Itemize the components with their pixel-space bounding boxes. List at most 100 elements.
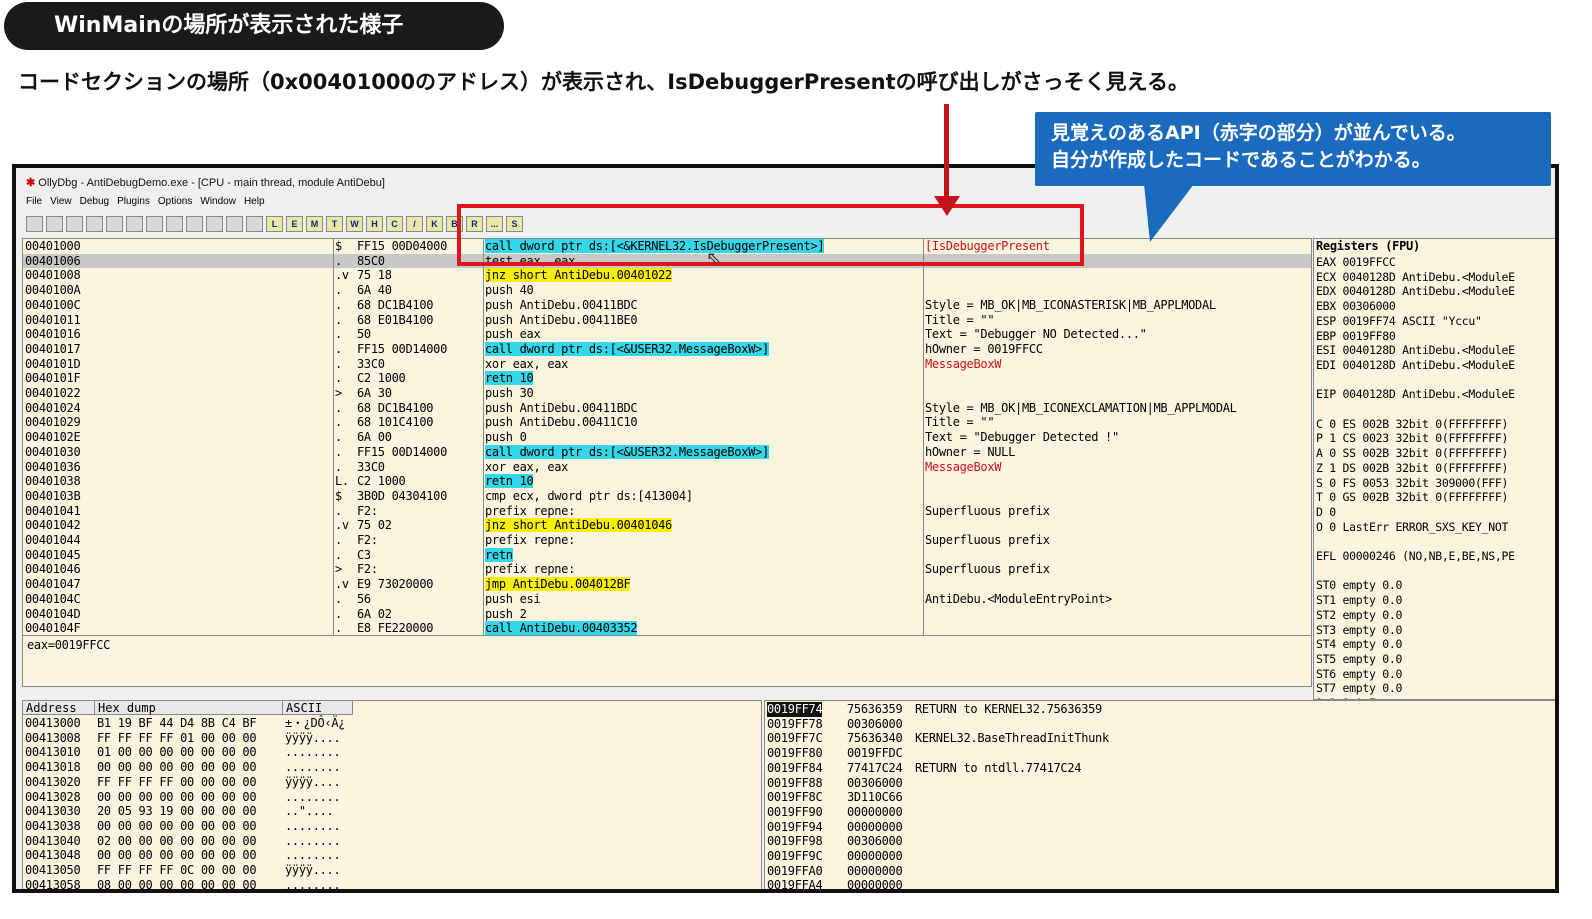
disasm-hex: 33C0 xyxy=(357,459,385,474)
register-line: ST0 empty 0.0 xyxy=(1316,578,1403,593)
stack-address: 0019FF8C xyxy=(767,790,823,805)
toolbar-button-6[interactable]: C xyxy=(386,216,403,232)
disasm-instruction: push esi xyxy=(485,592,541,607)
stack-value: 00000000 xyxy=(847,819,903,834)
disasm-row[interactable]: 00401017. FF15 00D14000 call dword ptr ds:… xyxy=(23,341,1311,357)
disasm-row[interactable]: 00401038 L. C2 1000 retn 10 xyxy=(23,474,1311,489)
toolbar-icon-button[interactable] xyxy=(26,216,43,232)
disasm-row[interactable]: 00401016. 50 push eax Text = "Debugger NO D… xyxy=(23,327,1311,342)
disasm-marker: . xyxy=(335,459,342,474)
disasm-hex: 6A 30 xyxy=(357,386,392,400)
disasm-row[interactable]: 00401045. C3 retn xyxy=(23,547,1311,563)
disasm-hex: F2: xyxy=(357,533,378,547)
disasm-row[interactable]: 00401029. 68 101C4100 push AntiDebu.00411C… xyxy=(23,415,1311,430)
toolbar-icon-button[interactable] xyxy=(166,216,183,232)
disasm-address: 00401047 xyxy=(25,577,81,592)
toolbar-button-1[interactable]: E xyxy=(286,216,303,232)
register-line: A 0 SS 002B 32bit 0(FFFFFFFF) xyxy=(1316,446,1509,461)
disasm-row[interactable]: 00401022 >6A 30 push 30 xyxy=(23,386,1311,401)
disasm-row[interactable]: 0040104D. 6A 02 push 2 xyxy=(23,607,1311,622)
disasm-instruction: call AntiDebu.00403352 xyxy=(485,621,638,635)
register-line: O 0 LastErr ERROR_SXS_KEY_NOT xyxy=(1316,519,1509,534)
disasm-row[interactable]: 0040103B $3B0D 04304100 cmp ecx, dword ptr… xyxy=(23,489,1311,504)
disasm-instruction: prefix repne: xyxy=(485,504,575,519)
disasm-instruction-text: push eax xyxy=(485,327,541,342)
window-title-bar: ✱ OllyDbg - AntiDebugDemo.exe - [CPU - m… xyxy=(26,176,385,192)
disasm-row[interactable]: 0040101F. C2 1000 retn 10 xyxy=(23,371,1311,386)
toolbar-icon-button[interactable] xyxy=(206,216,223,232)
menu-item-view[interactable]: View xyxy=(50,196,72,207)
stack-address: 0019FF7C xyxy=(767,731,823,746)
menu-item-options[interactable]: Options xyxy=(158,196,192,207)
toolbar-icon-button[interactable] xyxy=(46,216,63,232)
toolbar-button-2[interactable]: M xyxy=(306,216,323,232)
disasm-row[interactable]: 00401030. FF15 00D14000 call dword ptr ds:… xyxy=(23,444,1311,460)
menu-item-file[interactable]: File xyxy=(26,196,42,207)
disasm-marker: . xyxy=(335,253,342,268)
menu-item-debug[interactable]: Debug xyxy=(80,196,109,207)
disasm-marker: . xyxy=(335,430,342,445)
disassembly-pane[interactable]: 00401000 $ FF15 00D04000 call dword ptr ds:… xyxy=(22,238,1312,636)
disasm-row[interactable]: 0040101D. 33C0 xor eax, eax MessageBoxW xyxy=(23,357,1311,372)
stack-value: 3D110C66 xyxy=(847,790,903,805)
disasm-instruction: push 0 xyxy=(485,430,527,445)
menu-item-plugins[interactable]: Plugins xyxy=(117,196,150,207)
disasm-row[interactable]: 00401044. F2: prefix repne: Superfluous pre… xyxy=(23,533,1311,548)
disasm-instruction: push AntiDebu.00411BE0 xyxy=(485,313,638,328)
disasm-row[interactable]: 00401008 .v 75 18 jnz short AntiDebu.004010… xyxy=(23,268,1311,283)
disasm-row[interactable]: 00401011. 68 E01B4100 push AntiDebu.00411B… xyxy=(23,313,1311,328)
disasm-row[interactable]: 00401046 > F2: prefix repne: Superfluous pre… xyxy=(23,562,1311,577)
dump-ascii: ........ xyxy=(285,745,341,760)
menu-item-window[interactable]: Window xyxy=(200,196,236,207)
disasm-row[interactable]: 00401036. 33C0 xor eax, eax MessageBoxW xyxy=(23,460,1311,475)
callout-box: 見覚えのあるAPI（赤字の部分）が並んでいる。 自分が作成したコードであることが… xyxy=(1035,112,1551,186)
register-line: EFL 00000246 (NO,NB,E,BE,NS,PE xyxy=(1316,549,1515,563)
toolbar-icon-button[interactable] xyxy=(246,216,263,232)
toolbar-icon-button[interactable] xyxy=(126,216,143,232)
disasm-marker: . xyxy=(335,444,342,459)
toolbar-button-0[interactable]: L xyxy=(266,216,283,232)
toolbar-button-8[interactable]: K xyxy=(426,216,443,232)
disasm-instruction: push AntiDebu.00411BDC xyxy=(485,297,638,313)
column-divider xyxy=(483,239,484,635)
section-title-pill: WinMainの場所が表示された様子 xyxy=(4,2,504,50)
toolbar: L E M T W H C / K B R... S xyxy=(26,216,523,232)
disasm-address: 0040104C xyxy=(25,591,81,606)
register-line: ST5 empty 0.0 xyxy=(1316,651,1403,666)
disasm-row[interactable]: 0040104F. E8 FE220000 call AntiDebu.004033… xyxy=(23,621,1311,635)
disasm-row[interactable]: 0040102E. 6A 00 push 0 Text = "Debugger Det… xyxy=(23,430,1311,445)
window-title: OllyDbg - AntiDebugDemo.exe - [CPU - mai… xyxy=(38,177,385,189)
register-line: Z 1 DS 002B 32bit 0(FFFFFFFF) xyxy=(1316,460,1509,475)
disasm-instruction: push 30 xyxy=(485,386,534,401)
stack-pane[interactable]: 0019FF74 75636359 RETURN to KERNEL32.75636… xyxy=(764,700,1555,889)
toolbar-icon-button[interactable] xyxy=(146,216,163,232)
hex-dump-pane[interactable]: Address Hex dump ASCII 00413000 B1 19 BF … xyxy=(22,700,762,889)
disasm-row[interactable]: 0040100C. 68 DC1B4100 push AntiDebu.00411B… xyxy=(23,298,1311,313)
disasm-row[interactable]: 0040100A. 6A 40 push 40 xyxy=(23,283,1311,298)
disasm-instruction: prefix repne: xyxy=(485,533,575,548)
disasm-instruction-text: jnz short AntiDebu.00401046 xyxy=(485,518,672,533)
disasm-row[interactable]: 00401024. 68 DC1B4100 push AntiDebu.00411B… xyxy=(23,401,1311,416)
disasm-row[interactable]: 00401041. F2: prefix repne: Superfluous pre… xyxy=(23,504,1311,519)
disasm-row[interactable]: 00401042 .v 75 02 jnz short AntiDebu.004010… xyxy=(23,518,1311,533)
callout-line-1: 見覚えのあるAPI（赤字の部分）が並んでいる。 xyxy=(1051,122,1466,144)
toolbar-button-3[interactable]: T xyxy=(326,216,343,232)
disasm-row[interactable]: 0040104C. 56 push esi AntiDebu.<ModuleEntry… xyxy=(23,592,1311,607)
dump-hex: 20 05 93 19 00 00 00 00 xyxy=(97,804,257,819)
section-title: WinMainの場所が表示された様子 xyxy=(54,13,404,38)
toolbar-button-4[interactable]: W xyxy=(346,216,363,232)
toolbar-icon-button[interactable] xyxy=(86,216,103,232)
toolbar-button-5[interactable]: H xyxy=(366,216,383,232)
disasm-instruction: call dword ptr ds:[<&USER32.MessageBoxW>… xyxy=(485,341,769,357)
toolbar-icon-button[interactable] xyxy=(106,216,123,232)
toolbar-icon-button[interactable] xyxy=(226,216,243,232)
registers-pane[interactable]: Registers (FPU) EAX 0019FFCC ECX 0040128D… xyxy=(1313,238,1555,700)
disasm-row[interactable]: 00401047 .v E9 73020000 jmp AntiDebu.004012… xyxy=(23,577,1311,592)
toolbar-icon-button[interactable] xyxy=(186,216,203,232)
toolbar-button-7[interactable]: / xyxy=(406,216,423,232)
disasm-instruction: retn xyxy=(485,547,513,563)
toolbar-icon-button[interactable] xyxy=(66,216,83,232)
disasm-instruction-text: push AntiDebu.00411BDC xyxy=(485,297,638,312)
menu-item-help[interactable]: Help xyxy=(244,196,265,207)
dump-hex: 00 00 00 00 00 00 00 00 xyxy=(97,789,257,804)
